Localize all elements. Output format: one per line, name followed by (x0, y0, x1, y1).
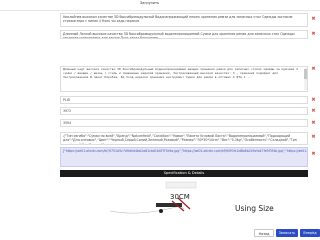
scrollbar-thumb[interactable] (304, 69, 307, 79)
delete-short-icon[interactable]: ✖ (311, 32, 316, 37)
delete-attributes-icon[interactable]: ✖ (311, 135, 316, 140)
product-illustration (109, 181, 197, 214)
save-button[interactable]: Записать (276, 229, 298, 237)
description-textarea[interactable]: Длинный Legi высокое качество 3D боксибр… (60, 66, 308, 92)
delete-image-urls-icon[interactable]: ✖ (311, 152, 316, 157)
next-button[interactable]: Вперёд (300, 229, 320, 237)
dimension-arc (109, 205, 181, 214)
using-size-label: Using Size (235, 204, 274, 213)
dimension-label: 30CM (170, 193, 190, 201)
value-field-1[interactable]: PLID (60, 96, 308, 104)
value-field-2[interactable]: 3972 (60, 107, 308, 115)
description-scrollbar[interactable] (304, 68, 307, 90)
image-urls-field[interactable]: ["https://ae01.alicdn.com/kf/H751d5c7d9d… (60, 147, 308, 167)
delete-title-icon[interactable]: ✖ (311, 17, 316, 22)
top-bar: Загрузить (0, 0, 320, 11)
delete-value1-icon[interactable]: ✖ (311, 98, 316, 103)
logo-mark (165, 181, 197, 189)
attributes-field[interactable]: {"Тип изгиба":"Сумки по всей","Бренд":"N… (60, 132, 308, 145)
value-field-3[interactable]: 3594 (60, 119, 308, 127)
bag-wheel (159, 209, 163, 213)
spec-banner: Specification & Details (60, 170, 308, 177)
upload-button[interactable]: Загрузить (140, 1, 159, 5)
delete-description-icon[interactable]: ✖ (311, 67, 316, 72)
back-button[interactable]: Назад (254, 229, 274, 237)
product-image: 30CM Using Size (60, 177, 308, 227)
delete-value3-icon[interactable]: ✖ (311, 121, 316, 126)
title-field[interactable]: Никлойнев высоком качестве 3D боксибромо… (60, 13, 308, 27)
delete-value2-icon[interactable]: ✖ (311, 109, 316, 114)
short-description-field[interactable]: Длинный Легкий высокое качество 3D бокси… (60, 30, 308, 39)
